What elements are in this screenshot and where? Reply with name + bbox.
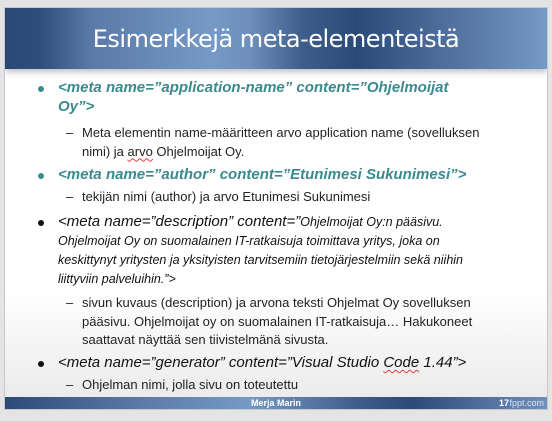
- text: 1.44”>: [419, 354, 467, 371]
- slide-title: Esimerkkejä meta-elementeistä: [92, 25, 460, 53]
- sub-line: nimi) ja arvo Ohjelmoijat Oy.: [82, 143, 479, 162]
- bullet-line: <meta name=”author” content=”Etunimesi S…: [58, 166, 467, 183]
- bullet-author: <meta name=”author” content=”Etunimesi S…: [58, 165, 466, 184]
- dash-icon: –: [66, 377, 74, 392]
- bullet-line: Ohjelmoijat Oy on suomalainen IT-ratkais…: [58, 234, 440, 248]
- bullet-line: keskittynyt yritysten ja yksityisten tar…: [58, 253, 463, 267]
- sub-line: saattavat näyttää sen tiivistelmänä sivu…: [82, 332, 329, 347]
- sub-line: pääsivu. Ohjelmoijat oy on suomalainen I…: [82, 313, 473, 329]
- sub-generator: Ohjelman nimi, jolla sivu on toteutettu: [82, 376, 298, 395]
- bullet-line: <meta name=”description” content=”Ohjelm…: [58, 212, 463, 232]
- bullet-line: liittyviin palveluihin.”>: [58, 272, 176, 286]
- sub-author: tekijän nimi (author) ja arvo Etunimesi …: [82, 188, 370, 207]
- spellcheck-word[interactable]: Code: [383, 354, 419, 371]
- dash-icon: –: [66, 189, 74, 204]
- slide: Esimerkkejä meta-elementeistä <meta name…: [4, 7, 548, 410]
- bullet-icon: [38, 86, 44, 92]
- text: <meta name=”description” content=”: [58, 213, 301, 230]
- bullet-line: Oy”>: [58, 98, 95, 115]
- sub-line: Ohjelman nimi, jolla sivu on toteutettu: [82, 377, 299, 392]
- text: <meta name=”generator” content=”Visual S…: [58, 354, 384, 371]
- sub-line: Meta elementin name-määritteen arvo appl…: [82, 125, 480, 140]
- dash-icon: –: [66, 125, 74, 140]
- text: nimi) ja: [82, 143, 128, 159]
- footer-bar: Merja Marin 17 fppt.com: [5, 397, 547, 409]
- dash-icon: –: [66, 295, 74, 310]
- slide-number: 17: [498, 398, 509, 408]
- sub-application-name: Meta elementin name-määritteen arvo appl…: [82, 124, 479, 161]
- text: Ohjelmoijat Oy:n pääsivu.: [300, 215, 443, 229]
- bullet-application-name: <meta name=”application-name” content=”O…: [58, 78, 449, 116]
- bullet-line: <meta name=”application-name” content=”O…: [58, 79, 449, 96]
- bullet-generator: <meta name=”generator” content=”Visual S…: [58, 353, 466, 372]
- footer-site: fppt.com: [509, 398, 544, 408]
- bullet-icon: [38, 173, 44, 179]
- title-band: Esimerkkejä meta-elementeistä: [5, 8, 547, 69]
- sub-line: sivun kuvaus (description) ja arvona tek…: [82, 295, 471, 310]
- footer-author: Merja Marin: [250, 398, 301, 408]
- sub-line: tekijän nimi (author) ja arvo Etunimesi …: [82, 189, 371, 204]
- bullet-description: <meta name=”description” content=”Ohjelm…: [58, 212, 463, 289]
- text: Ohjelmoijat Oy.: [152, 143, 245, 159]
- spellcheck-word[interactable]: arvo: [128, 144, 153, 159]
- sub-description: sivun kuvaus (description) ja arvona tek…: [82, 294, 472, 350]
- bullet-icon: [38, 220, 44, 226]
- bullet-icon: [38, 361, 44, 367]
